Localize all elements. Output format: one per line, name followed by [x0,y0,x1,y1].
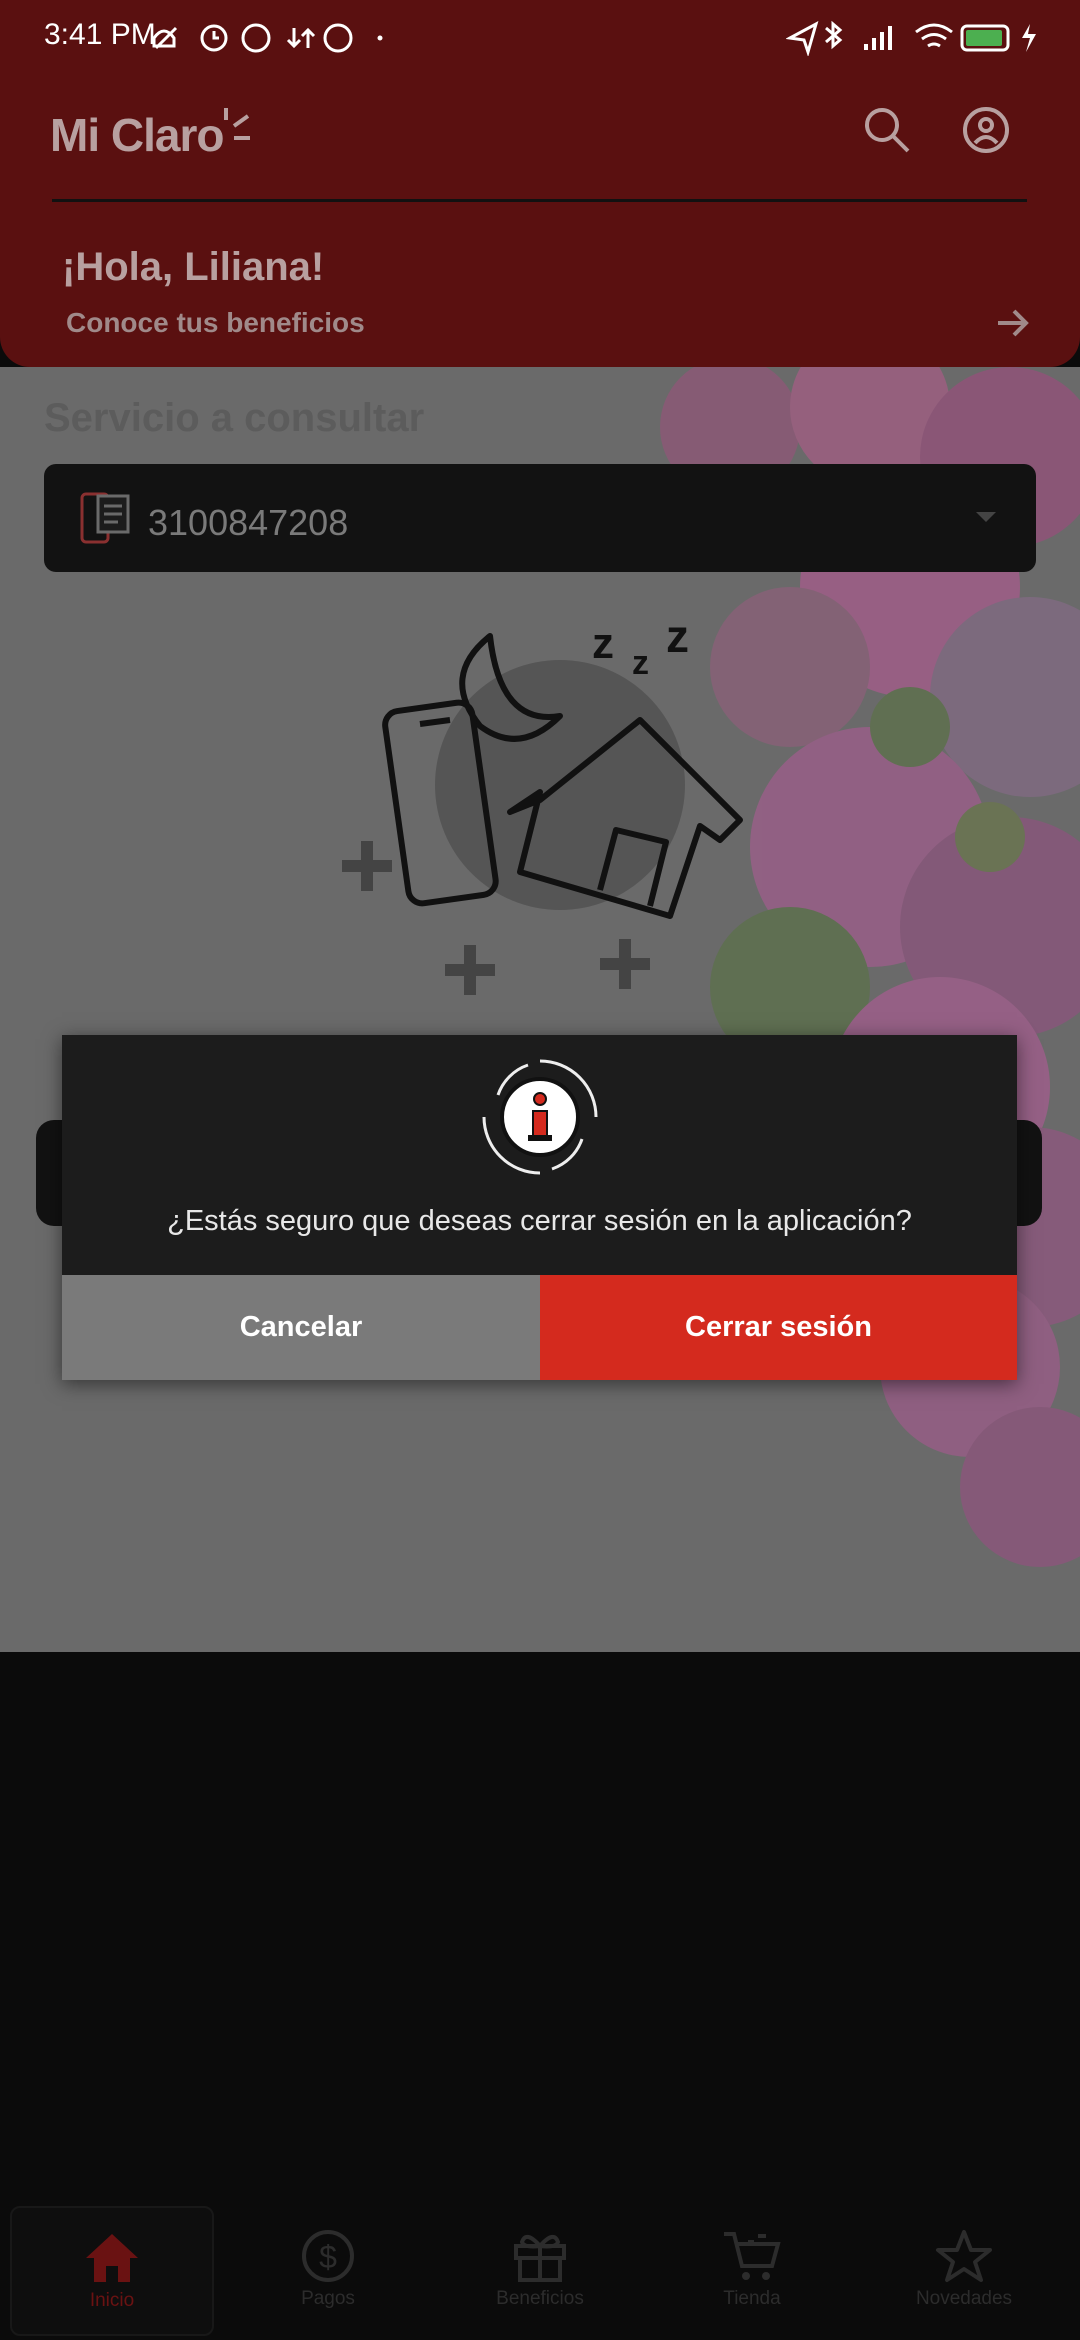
svg-text:$: $ [319,2239,337,2275]
svg-text:z: z [592,619,614,668]
nav-item-inicio[interactable]: Inicio [10,2206,214,2336]
nav-label-pagos: Pagos [301,2288,355,2309]
svg-text:z: z [632,644,649,682]
app-logo: Mi Claro [50,109,224,161]
arrow-right-icon[interactable] [996,308,1030,338]
section-title: Servicio a consultar [44,396,425,440]
nav-item-novedades[interactable]: Novedades [864,2206,1064,2332]
home-icon [86,2234,138,2282]
status-system-icons [786,20,1036,56]
nav-item-beneficios[interactable]: Beneficios [440,2206,640,2332]
sleep-illustration: z z z [342,610,743,995]
logout-button[interactable]: Cerrar sesión [540,1275,1017,1380]
profile-icon[interactable] [962,106,1010,154]
star-icon [936,2230,992,2282]
cart-icon [724,2232,781,2280]
dollar-icon: $ [302,2230,354,2282]
nav-label-beneficios: Beneficios [496,2288,584,2309]
bottom-navigation: Inicio $ Pagos Beneficios Tienda Novedad… [0,2206,1080,2340]
status-notification-icons [152,23,383,53]
status-time: 3:41 PM [44,18,156,51]
nav-item-tienda[interactable]: Tienda [652,2206,852,2332]
phone-service-icon [80,492,130,544]
svg-text:z: z [666,610,689,662]
greeting-text: ¡Hola, Liliana! [62,245,325,289]
nav-item-pagos[interactable]: $ Pagos [228,2206,428,2332]
dialog-message: ¿Estás seguro que deseas cerrar sesión e… [167,1205,912,1237]
nav-label-novedades: Novedades [915,2288,1013,2309]
cancel-button[interactable]: Cancelar [62,1275,540,1380]
dropdown-caret-icon [976,512,996,522]
nav-label-inicio: Inicio [89,2290,135,2311]
nav-label-tienda: Tienda [723,2288,781,2309]
service-selector[interactable]: 3100847208 [44,464,1036,572]
header-divider [52,199,1027,202]
info-icon [482,1059,598,1175]
gift-icon [514,2234,566,2282]
logo-spark-icon [224,108,250,140]
benefits-link[interactable]: Conoce tus beneficios [66,307,365,339]
status-bar: 3:41 PM [0,0,1080,75]
service-number: 3100847208 [148,502,349,543]
search-icon[interactable] [862,105,912,155]
logout-dialog: ¿Estás seguro que deseas cerrar sesión e… [62,1035,1017,1380]
